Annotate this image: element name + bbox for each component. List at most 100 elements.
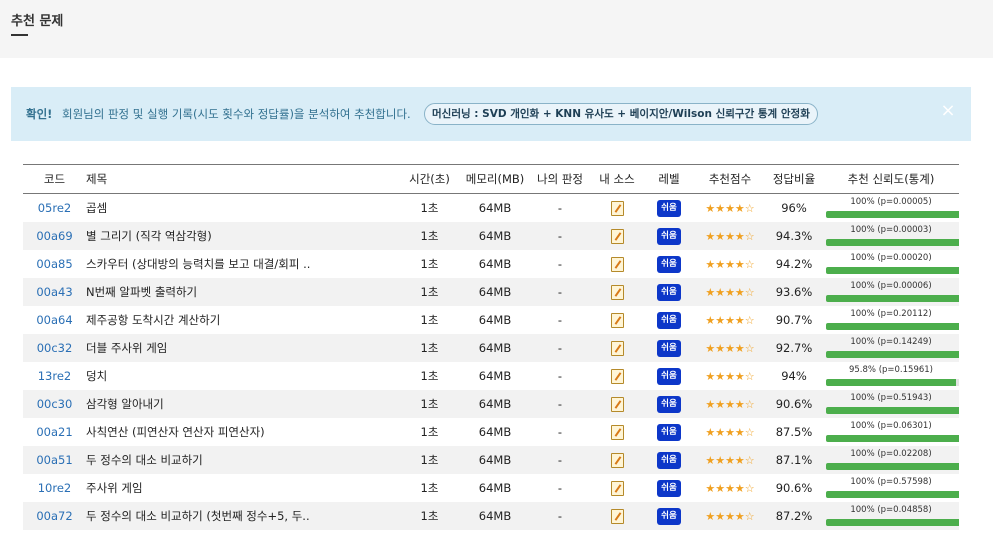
table-row[interactable]: 00c32 더블 주사위 게임 1초 64MB - 쉬움 ★★★★☆ 92.7% 100% (p… — [23, 334, 959, 362]
confidence-bar-fill — [826, 351, 959, 358]
problem-title-link[interactable]: 사칙연산 (피연산자 연산자 피연산자) — [86, 418, 398, 446]
col-source[interactable]: 내 소스 — [591, 164, 643, 194]
my-source-cell — [591, 334, 643, 362]
level-badge: 쉬움 — [657, 199, 681, 217]
table-row[interactable]: 00a72 두 정수의 대소 비교하기 (첫번째 정수+5, 두.. 1초 64MB -… — [23, 502, 959, 530]
problem-code-link[interactable]: 10re2 — [23, 474, 86, 502]
table-row[interactable]: 00a51 두 정수의 대소 비교하기 1초 64MB - 쉬움 ★★★★☆ 87.1% 100… — [23, 446, 959, 474]
col-score[interactable]: 추천점수 — [695, 164, 765, 194]
table-row[interactable]: 00a43 N번째 알파벳 출력하기 1초 64MB - 쉬움 ★★★★☆ 93.6% 100%… — [23, 278, 959, 306]
table-row[interactable]: 00a64 제주공항 도착시간 계산하기 1초 64MB - 쉬움 ★★★★☆ 90.7% 10… — [23, 306, 959, 334]
confidence-text: 100% (p=0.02208) — [850, 449, 932, 459]
my-source-cell — [591, 222, 643, 250]
table-row[interactable]: 05re2 곱셈 1초 64MB - 쉬움 ★★★★☆ 96% 100% (p=0.00005) — [23, 194, 959, 223]
memo-icon[interactable] — [610, 424, 624, 440]
problem-code-link[interactable]: 00a64 — [23, 306, 86, 334]
level-badge: 쉬움 — [657, 423, 681, 441]
confidence-bar-fill — [826, 519, 959, 526]
problem-code-link[interactable]: 00a72 — [23, 502, 86, 530]
problem-code-link[interactable]: 00a69 — [23, 222, 86, 250]
time-limit: 1초 — [420, 201, 439, 215]
info-alert: 확인! 회원님의 판정 및 실행 기록(시도 횟수와 정답률)을 분석하여 추천… — [11, 87, 971, 141]
problem-title-link[interactable]: 주사위 게임 — [86, 474, 398, 502]
my-verdict: - — [529, 222, 591, 250]
memo-icon[interactable] — [610, 200, 624, 216]
confidence-bar — [826, 519, 959, 526]
confidence-bar-fill — [826, 323, 959, 330]
time-limit: 1초 — [398, 222, 461, 250]
col-ratio[interactable]: 정답비율 — [765, 164, 823, 194]
table-row[interactable]: 00a69 별 그리기 (직각 역삼각형) 1초 64MB - 쉬움 ★★★★☆ 94.3% 1… — [23, 222, 959, 250]
table-row[interactable]: 13re2 덩치 1초 64MB - 쉬움 ★★★★☆ 94% 95.8% (p=0.15961… — [23, 362, 959, 390]
problem-title-link[interactable]: 두 정수의 대소 비교하기 (첫번째 정수+5, 두.. — [86, 502, 398, 530]
problem-title-link[interactable]: 스카우터 (상대방의 능력치를 보고 대결/회피 .. — [86, 250, 398, 278]
level-cell: 쉬움 — [643, 334, 695, 362]
time-limit: 1초 — [398, 390, 461, 418]
my-source-cell — [591, 502, 643, 530]
col-title[interactable]: 제목 — [86, 164, 398, 194]
confidence-bar — [826, 239, 959, 246]
memo-icon[interactable] — [610, 396, 624, 412]
table-body: 05re2 곱셈 1초 64MB - 쉬움 ★★★★☆ 96% 100% (p=0.00005)… — [23, 194, 959, 530]
problem-code-link[interactable]: 00a51 — [23, 446, 86, 474]
confidence-cell: 100% (p=0.57598) — [823, 474, 959, 502]
level-cell: 쉬움 — [643, 446, 695, 474]
problem-code-link[interactable]: 00c30 — [23, 390, 86, 418]
problem-title-link[interactable]: 제주공항 도착시간 계산하기 — [86, 306, 398, 334]
problem-title-link[interactable]: 더블 주사위 게임 — [86, 334, 398, 362]
table-row[interactable]: 00c30 삼각형 알아내기 1초 64MB - 쉬움 ★★★★☆ 90.6% 100% (p=… — [23, 390, 959, 418]
memo-icon[interactable] — [610, 228, 624, 244]
problem-code-link[interactable]: 00a21 — [23, 418, 86, 446]
col-level[interactable]: 레벨 — [643, 164, 695, 194]
confidence-bar-fill — [826, 463, 959, 470]
recommend-score-stars: ★★★★☆ — [705, 313, 755, 327]
problem-code-link[interactable]: 00a43 — [23, 278, 86, 306]
time-limit: 1초 — [398, 502, 461, 530]
level-cell: 쉬움 — [643, 362, 695, 390]
level-cell: 쉬움 — [643, 502, 695, 530]
col-code[interactable]: 코드 — [23, 164, 86, 194]
problem-title-link[interactable]: 삼각형 알아내기 — [86, 390, 398, 418]
table-row[interactable]: 00a21 사칙연산 (피연산자 연산자 피연산자) 1초 64MB - 쉬움 ★★★★☆ 8… — [23, 418, 959, 446]
correct-ratio: 87.1% — [765, 446, 823, 474]
correct-ratio: 87.5% — [775, 425, 813, 439]
level-badge: 쉬움 — [657, 255, 681, 273]
close-icon[interactable]: × — [938, 99, 958, 123]
memo-icon[interactable] — [610, 256, 624, 272]
level-badge: 쉬움 — [657, 339, 681, 357]
confidence-bar — [826, 491, 959, 498]
col-verdict[interactable]: 나의 판정 — [529, 164, 591, 194]
problem-title-link[interactable]: 별 그리기 (직각 역삼각형) — [86, 222, 398, 250]
problem-title-link[interactable]: 곱셈 — [86, 194, 398, 223]
col-memory[interactable]: 메모리(MB) — [461, 164, 529, 194]
level-badge: 쉬움 — [657, 227, 681, 245]
col-confidence[interactable]: 추천 신뢰도(통계) — [823, 164, 959, 194]
confidence-text: 100% (p=0.51943) — [850, 393, 932, 403]
confidence-bar-fill — [826, 239, 959, 246]
problem-code-link[interactable]: 00a85 — [23, 250, 86, 278]
problem-title-link[interactable]: N번째 알파벳 출력하기 — [86, 278, 398, 306]
problem-title-link[interactable]: 두 정수의 대소 비교하기 — [86, 446, 398, 474]
level-cell: 쉬움 — [643, 474, 695, 502]
table-row[interactable]: 00a85 스카우터 (상대방의 능력치를 보고 대결/회피 .. 1초 64MB - 쉬… — [23, 250, 959, 278]
problem-code-link[interactable]: 00c32 — [23, 334, 86, 362]
level-badge: 쉬움 — [657, 507, 681, 525]
problem-title-link[interactable]: 덩치 — [86, 362, 398, 390]
memo-icon[interactable] — [610, 368, 624, 384]
col-time[interactable]: 시간(초) — [398, 164, 461, 194]
memo-icon[interactable] — [610, 312, 624, 328]
memo-icon[interactable] — [610, 452, 624, 468]
confidence-bar-fill — [826, 407, 959, 414]
table-row[interactable]: 10re2 주사위 게임 1초 64MB - 쉬움 ★★★★☆ 90.6% 100% (p=0.… — [23, 474, 959, 502]
memo-icon[interactable] — [610, 340, 624, 356]
memory-limit: 64MB — [478, 257, 512, 271]
memo-icon[interactable] — [610, 480, 624, 496]
confidence-bar — [826, 295, 959, 302]
problem-code-link[interactable]: 05re2 — [23, 194, 86, 223]
memo-icon[interactable] — [610, 508, 624, 524]
recommend-score-stars: ★★★★☆ — [705, 369, 755, 383]
memory-limit: 64MB — [461, 222, 529, 250]
problem-code-link[interactable]: 13re2 — [23, 362, 86, 390]
level-badge: 쉬움 — [657, 311, 681, 329]
memo-icon[interactable] — [610, 284, 624, 300]
